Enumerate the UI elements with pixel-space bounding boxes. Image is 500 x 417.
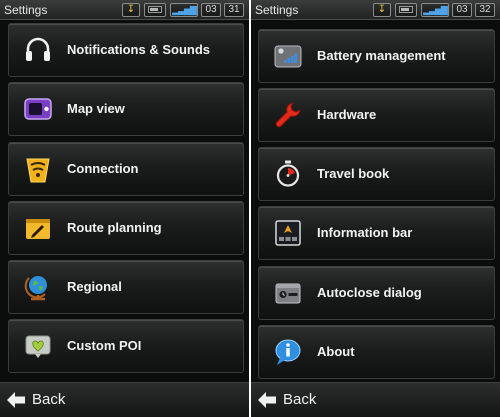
bottom-bar: Back: [0, 382, 249, 417]
info-bubble-icon: [275, 339, 301, 365]
status-bar: Settings ↧ ▂▃▅▇ 03 31: [0, 0, 249, 20]
stopwatch-icon: [276, 160, 300, 187]
menu-item-about[interactable]: About: [258, 325, 495, 379]
menu-item-label: Regional: [67, 279, 122, 294]
menu-item-label: Battery management: [317, 48, 446, 63]
gps-signal-icon: ▂▃▅▇: [421, 3, 449, 17]
heart-poi-icon: [25, 335, 51, 358]
clock-hour: 03: [452, 3, 472, 17]
menu-item-hardware[interactable]: Hardware: [258, 88, 495, 142]
usb-icon: ↧: [122, 3, 140, 17]
menu-item-map-view[interactable]: Map view: [8, 82, 244, 136]
menu-item-battery-management[interactable]: Battery management: [258, 29, 495, 83]
menu-item-label: Map view: [67, 101, 125, 116]
connection-icon: [26, 158, 50, 183]
screen-title: Settings: [255, 3, 299, 17]
menu-item-label: Connection: [67, 161, 139, 176]
back-button[interactable]: Back: [251, 383, 371, 417]
map-view-icon: [24, 98, 52, 120]
menu-item-regional[interactable]: Regional: [8, 260, 244, 314]
back-label: Back: [283, 391, 317, 408]
menu-item-label: Route planning: [67, 220, 162, 235]
back-button[interactable]: Back: [0, 383, 120, 417]
wrench-icon: [275, 102, 301, 128]
settings-panel-left: Settings ↧ ▂▃▅▇ 03 31 Notifications & So…: [0, 0, 249, 417]
menu-item-label: Custom POI: [67, 338, 142, 353]
bottom-bar: Back: [251, 382, 500, 417]
gps-signal-icon: ▂▃▅▇: [170, 3, 198, 17]
menu-item-label: About: [317, 344, 355, 359]
menu-item-route-planning[interactable]: Route planning: [8, 201, 244, 255]
usb-icon: ↧: [373, 3, 391, 17]
menu-item-label: Information bar: [317, 225, 413, 240]
clock-minute: 32: [475, 3, 495, 17]
settings-panel-right: Settings ↧ ▂▃▅▇ 03 32 Battery management…: [251, 0, 500, 417]
menu-item-connection[interactable]: Connection: [8, 142, 244, 196]
battery-icon: [144, 3, 166, 17]
menu-item-travel-book[interactable]: Travel book: [258, 147, 495, 201]
screen-title: Settings: [4, 3, 48, 17]
menu-item-label: Travel book: [317, 166, 390, 181]
menu-item-label: Autoclose dialog: [317, 285, 422, 300]
menu-item-notifications-sounds[interactable]: Notifications & Sounds: [8, 23, 244, 77]
menu-item-label: Hardware: [317, 107, 377, 122]
menu-item-information-bar[interactable]: Information bar: [258, 206, 495, 260]
menu-item-label: Notifications & Sounds: [67, 42, 210, 57]
menu-item-custom-poi[interactable]: Custom POI: [8, 319, 244, 373]
status-bar: Settings ↧ ▂▃▅▇ 03 32: [251, 0, 500, 20]
information-bar-icon: [275, 220, 301, 246]
battery-management-icon: [274, 45, 302, 68]
globe-icon: [24, 276, 47, 301]
battery-icon: [395, 3, 417, 17]
back-label: Back: [32, 391, 66, 408]
route-planning-icon: [26, 219, 50, 239]
menu-item-autoclose-dialog[interactable]: Autoclose dialog: [258, 266, 495, 320]
headphones-icon: [26, 37, 50, 61]
clock-minute: 31: [224, 3, 244, 17]
clock-hour: 03: [201, 3, 221, 17]
autoclose-dialog-icon: [275, 283, 301, 304]
back-arrow-icon: [7, 392, 25, 408]
back-arrow-icon: [258, 392, 276, 408]
